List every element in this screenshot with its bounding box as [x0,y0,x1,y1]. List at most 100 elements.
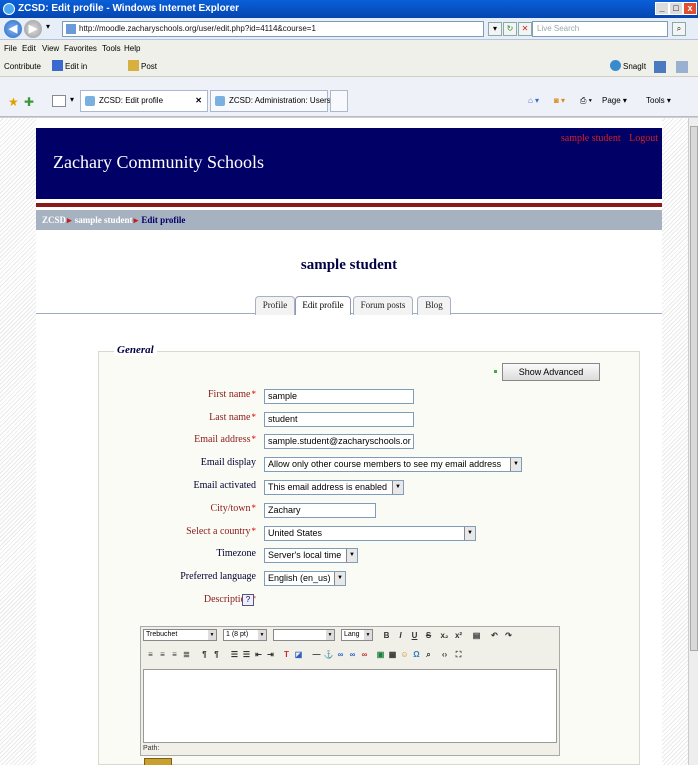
rtl-icon[interactable]: ¶ [211,649,222,660]
print-icon[interactable]: ⎙ ▾ [580,93,592,109]
undo-icon[interactable]: ↶ [489,630,500,641]
tools-menu[interactable]: Tools ▾ [646,93,671,109]
italic-icon[interactable]: I [395,630,406,641]
dropdown-arrow-icon: ▼ [464,527,475,540]
tab-forum-posts[interactable]: Forum posts [353,296,413,315]
underline-icon[interactable]: U [409,630,420,641]
snagit-button[interactable]: SnagIt [610,57,646,77]
snagit-window-icon[interactable] [654,61,666,73]
redo-icon[interactable]: ↷ [503,630,514,641]
font-size-select[interactable]: 1 (8 pt) ▼ [223,629,267,641]
vertical-scrollbar[interactable] [688,118,698,765]
indent-icon[interactable]: ⇥ [265,649,276,660]
email-input[interactable]: sample.student@zacharyschools.or [264,434,414,449]
horizontal-rule-icon[interactable]: — [311,649,322,660]
description-textarea[interactable] [143,669,557,743]
favorites-star-icon[interactable]: ★ [8,95,19,109]
link-icon[interactable]: ∞ [335,649,346,660]
stop-icon[interactable]: ✕ [518,22,532,36]
html-source-icon[interactable]: ‹› [439,649,450,660]
page-icon [85,96,95,106]
justify-icon[interactable]: ≣ [181,649,192,660]
url-dropdown-icon[interactable]: ▾ [488,22,502,36]
ltr-icon[interactable]: ¶ [199,649,210,660]
last-name-input[interactable]: student [264,412,414,427]
menu-file[interactable]: File [4,40,17,57]
email-display-select[interactable]: Allow only other course members to see m… [264,457,522,472]
feeds-icon[interactable]: ◙ ▾ [554,93,565,109]
city-input[interactable]: Zachary [264,503,376,518]
add-favorites-icon[interactable]: ✚ [24,95,34,109]
align-left-icon[interactable]: ≡ [145,649,156,660]
insert-table-icon[interactable]: ▦ [387,649,398,660]
timezone-select[interactable]: Server's local time ▼ [264,548,358,563]
home-icon[interactable]: ⌂ ▾ [528,93,539,109]
anchor-icon[interactable]: ⚓ [323,649,334,660]
nolink-icon[interactable]: ∞ [359,649,370,660]
subscript-icon[interactable]: x₂ [439,630,450,641]
background-color-icon[interactable]: ◪ [293,649,304,660]
edit-in-contribute-button[interactable]: Edit in Contribute [52,57,102,91]
font-family-select[interactable]: Trebuchet ▼ [143,629,217,641]
search-icon[interactable]: ⌕ [672,22,686,36]
show-advanced-button[interactable]: Show Advanced [502,363,600,381]
quick-tabs-icon[interactable] [52,95,66,107]
special-chars-icon[interactable]: Ω [411,649,422,660]
menu-favorites[interactable]: Favorites [64,40,97,57]
search-replace-icon[interactable]: ⌕ [423,649,434,660]
forward-arrow-icon[interactable]: ▶ [24,20,42,38]
lang-select[interactable]: Lang ▼ [341,629,373,641]
history-dropdown-icon[interactable]: ▾ [46,22,50,31]
menu-edit[interactable]: Edit [22,40,36,57]
breadcrumb-home[interactable]: ZCSD [42,215,66,225]
contribute-toolbar: Contribute Edit in Contribute Post to Bl… [0,57,698,111]
align-right-icon[interactable]: ≡ [169,649,180,660]
text-color-icon[interactable]: T [281,649,292,660]
minimize-button[interactable]: _ [655,2,669,15]
smiley-icon[interactable]: ☺ [399,649,410,660]
tab-edit-profile[interactable]: Edit profile [295,296,351,315]
help-icon[interactable]: ? [242,594,254,606]
tab-profile[interactable]: Profile [255,296,295,315]
menu-help[interactable]: Help [124,40,140,57]
page-menu[interactable]: Page ▾ [602,93,627,109]
address-input[interactable]: http://moodle.zacharyschools.org/user/ed… [62,21,484,37]
language-select[interactable]: English (en_us) ▼ [264,571,346,586]
tab-list-icon[interactable]: ▾ [70,95,74,104]
scrollbar-thumb[interactable] [690,126,698,651]
maximize-button[interactable]: □ [669,2,683,15]
ordered-list-icon[interactable]: ☰ [229,649,240,660]
menu-tools[interactable]: Tools [102,40,121,57]
paragraph-style-select[interactable]: ▼ [273,629,335,641]
new-tab-button[interactable] [330,90,348,112]
tab-edit-profile[interactable]: ZCSD: Edit profile ✕ [80,90,208,112]
logged-in-user-link[interactable]: sample student [561,133,621,144]
post-to-blog-button[interactable]: Post to Blog [128,57,157,111]
menu-view[interactable]: View [42,40,59,57]
tab-administration-users[interactable]: ZCSD: Administration: Users... [210,90,337,112]
country-label: Select a country* [186,526,256,537]
close-tab-icon[interactable]: ✕ [195,91,202,111]
align-center-icon[interactable]: ≡ [157,649,168,660]
search-input[interactable]: Live Search [532,21,668,37]
breadcrumb-user[interactable]: sample student [75,215,133,225]
strikethrough-icon[interactable]: S [423,630,434,641]
fullscreen-icon[interactable]: ⛶ [453,649,464,660]
refresh-icon[interactable]: ↻ [503,22,517,36]
unlink-icon[interactable]: ∞ [347,649,358,660]
snagit-capture-icon[interactable] [676,61,688,73]
first-name-input[interactable]: sample [264,389,414,404]
logout-link[interactable]: Logout [629,133,658,144]
email-activated-select[interactable]: This email address is enabled ▼ [264,480,404,495]
superscript-icon[interactable]: x² [453,630,464,641]
country-select[interactable]: United States ▼ [264,526,476,541]
close-button[interactable]: x [683,2,697,15]
unordered-list-icon[interactable]: ☰ [241,649,252,660]
back-arrow-icon[interactable]: ◀ [4,20,22,38]
clean-word-icon[interactable]: ▤ [471,630,482,641]
bold-icon[interactable]: B [381,630,392,641]
outdent-icon[interactable]: ⇤ [253,649,264,660]
editor-help-icon[interactable] [144,758,172,765]
insert-image-icon[interactable]: ▣ [375,649,386,660]
tab-blog[interactable]: Blog [417,296,451,315]
